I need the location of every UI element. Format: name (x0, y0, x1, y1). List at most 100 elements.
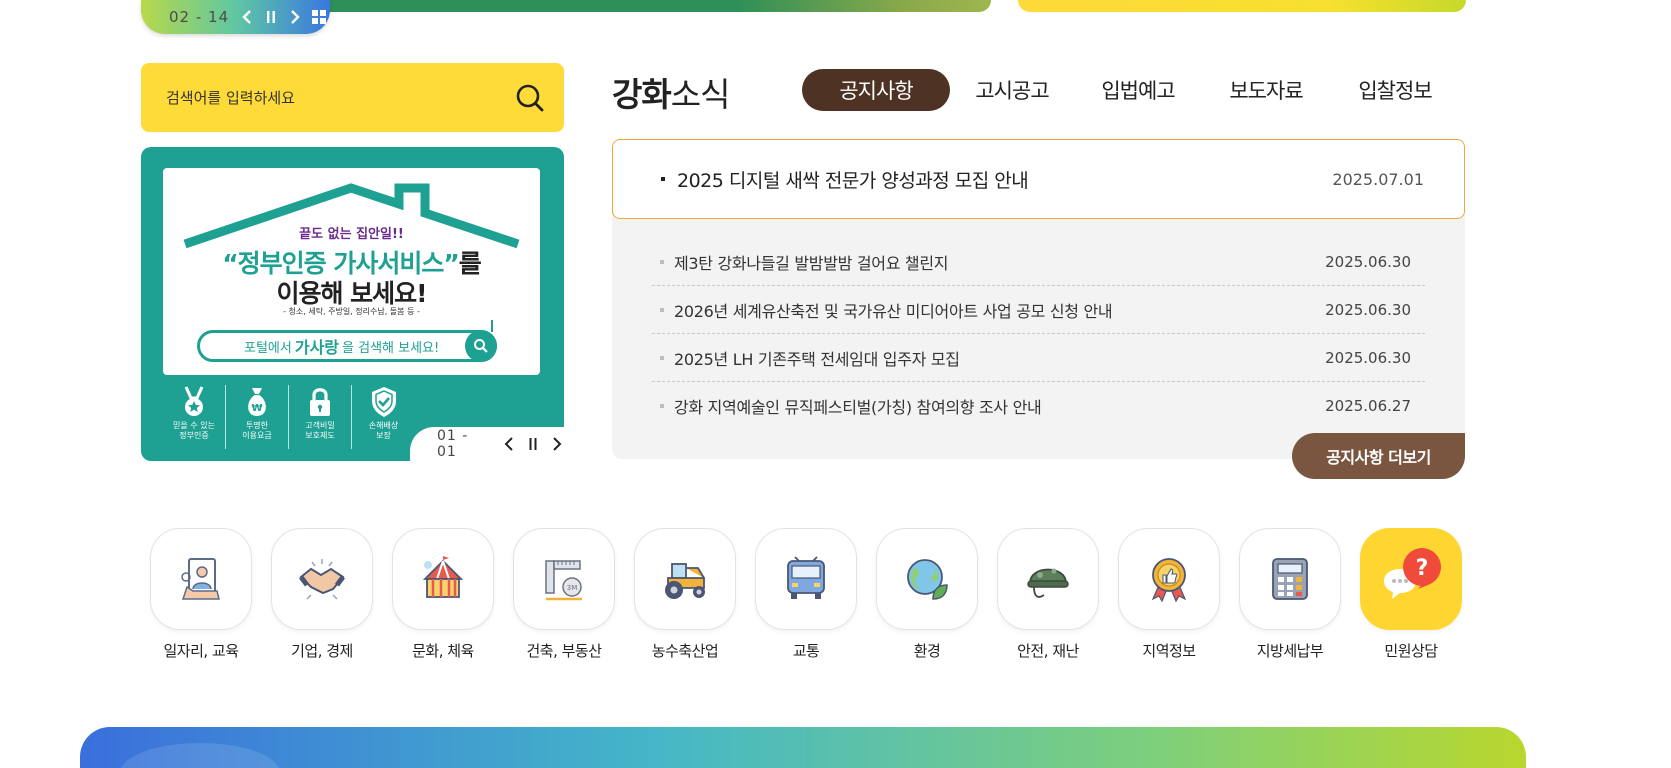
bullet (660, 404, 664, 408)
side-visual-banner (1018, 0, 1466, 12)
quick-menu-culture[interactable]: 문화, 체육 (392, 528, 494, 661)
news-item[interactable]: 2025년 LH 기존주택 전세임대 입주자 모집 2025.06.30 (652, 334, 1425, 382)
banner-next-icon[interactable] (550, 435, 564, 453)
banner-pause-icon[interactable] (526, 435, 540, 453)
featured-news-date: 2025.07.01 (1332, 169, 1424, 189)
quick-menu-tile (755, 528, 857, 630)
quick-menu-tile (876, 528, 978, 630)
handshake-icon (299, 559, 345, 600)
pause-icon[interactable] (263, 8, 279, 26)
news-item[interactable]: 강화 지역예술인 뮤직페스티벌(가칭) 참여의향 조사 안내 2025.06.2… (652, 382, 1425, 430)
medal-icon (177, 385, 211, 419)
quick-menu-civil-consult[interactable]: ? 민원상담 (1360, 528, 1462, 661)
money-bag-icon: ₩ (240, 385, 274, 419)
earth-leaf-icon (907, 559, 948, 600)
circus-tent-icon (422, 556, 464, 598)
quick-menu-label: 환경 (913, 642, 941, 660)
quick-menu-environment[interactable]: 환경 (876, 528, 978, 661)
quick-menu-tile: ? (1360, 528, 1462, 630)
banner-exclamation (491, 320, 493, 332)
quick-menu-tile (1118, 528, 1220, 630)
news-section-title: 강화소식 (612, 68, 730, 116)
news-item-title: 2026년 세계유산축전 및 국가유산 미디어아트 사업 공모 신청 안내 (674, 301, 1113, 321)
quick-menu-local-info[interactable]: 지역정보 (1118, 528, 1220, 661)
magnifier-icon (465, 330, 497, 362)
news-item[interactable]: 제3탄 강화나들길 발밤발밤 걸어요 챌린지 2025.06.30 (652, 238, 1425, 286)
feature-item: ₩ 투명한 이용요금 (226, 385, 289, 449)
banner-services: - 청소, 세탁, 주방일, 정리수납, 돌봄 등 - (283, 307, 420, 316)
quick-menu-tile (271, 528, 373, 630)
feature-label: 투명한 이용요금 (242, 421, 272, 440)
chat-question-icon: ? (1384, 548, 1441, 599)
quick-menu-label: 지역정보 (1142, 642, 1196, 660)
quick-menu-label: 일자리, 교육 (163, 642, 239, 660)
helmet-icon (1027, 568, 1069, 598)
bus-icon (787, 556, 825, 599)
bullet (661, 177, 665, 181)
quick-menu-transport[interactable]: 교통 (755, 528, 857, 661)
tab-bidding[interactable]: 입찰정보 (1330, 69, 1460, 111)
feature-label: 믿을 수 있는 정부인증 (173, 421, 215, 440)
quick-menu-tile (1239, 528, 1341, 630)
quick-menu-tile (634, 528, 736, 630)
tractor-icon (665, 563, 705, 599)
news-list: 제3탄 강화나들길 발밤발밤 걸어요 챌린지 2025.06.30 2026년 … (652, 238, 1425, 430)
bullet (660, 259, 664, 264)
quick-menu-safety[interactable]: 안전, 재난 (997, 528, 1099, 661)
search-icon[interactable] (514, 82, 546, 114)
svg-text:?: ? (1416, 556, 1429, 581)
banner-search-pill: 포털에서 가사랑 을 검색해 보세요! (197, 330, 497, 362)
news-item-date: 2025.06.30 (1325, 348, 1411, 367)
calculator-icon (1272, 558, 1308, 600)
tab-notice[interactable]: 공지사항 (802, 69, 950, 111)
pill-keyword: 가사랑 (294, 338, 340, 357)
banner-subheadline: 이용해 보세요! (276, 279, 427, 308)
news-tabs: 공지사항 고시공고 입법예고 보도자료 입찰정보 (802, 69, 1460, 111)
promo-banner[interactable]: 끝도 없는 집안일!! “정부인증 가사서비스”를 이용해 보세요! - 청소,… (141, 147, 564, 461)
news-item-title: 강화 지역예술인 뮤직페스티벌(가칭) 참여의향 조사 안내 (674, 398, 1042, 417)
news-title-bold: 강화 (612, 75, 672, 114)
quick-menu-label: 농수축산업 (651, 642, 719, 660)
quick-menu-business[interactable]: 기업, 경제 (271, 528, 373, 661)
quick-menu-label: 교통 (792, 642, 820, 660)
pill-suffix: 을 검색해 보세요! (342, 340, 440, 356)
quick-menu-agriculture[interactable]: 농수축산업 (634, 528, 736, 661)
tab-announcement[interactable]: 고시공고 (950, 69, 1074, 111)
shield-check-icon (367, 385, 401, 419)
svg-text:3M: 3M (567, 584, 578, 592)
quick-menu-label: 건축, 부동산 (526, 642, 602, 660)
news-item-date: 2025.06.30 (1325, 252, 1411, 271)
bottom-visual-band (80, 727, 1526, 768)
feature-item: 손해배상 보장 (352, 385, 415, 449)
grid-view-icon[interactable] (311, 8, 327, 26)
featured-news-title: 2025 디지털 새싹 전문가 양성과정 모집 안내 (677, 169, 1029, 192)
quick-menu-label: 기업, 경제 (291, 642, 353, 660)
news-item-date: 2025.06.27 (1325, 397, 1411, 415)
more-news-button[interactable]: 공지사항 더보기 (1292, 433, 1465, 479)
banner-features: 믿을 수 있는 정부인증 ₩ 투명한 이용요금 고객비밀 보호제도 손해배상 보… (163, 385, 415, 449)
feature-item: 고객비밀 보호제도 (289, 385, 352, 449)
pill-prefix: 포털에서 (244, 340, 292, 356)
quick-menu-label: 문화, 체육 (412, 642, 474, 660)
quick-menu-construction[interactable]: 3M 건축, 부동산 (513, 528, 615, 661)
banner-line1: 끝도 없는 집안일!! (299, 227, 404, 242)
quick-menu-local-tax[interactable]: 지방세납부 (1239, 528, 1341, 661)
search-input[interactable] (166, 88, 514, 107)
badge-thumbs-up-icon (1151, 558, 1187, 603)
banner-prev-icon[interactable] (502, 435, 516, 453)
quick-menu: 일자리, 교육 기업, 경제 문화, 체육 3M 건축, 부동산 농수축산업 교… (150, 528, 1462, 661)
next-arrow-icon[interactable] (287, 8, 303, 26)
quick-menu-jobs[interactable]: 일자리, 교육 (150, 528, 252, 661)
tab-legislation[interactable]: 입법예고 (1074, 69, 1202, 111)
news-item[interactable]: 2026년 세계유산축전 및 국가유산 미디어아트 사업 공모 신청 안내 20… (652, 286, 1425, 334)
feature-label: 고객비밀 보호제도 (305, 421, 335, 440)
quick-menu-label: 지방세납부 (1256, 642, 1324, 660)
tab-press[interactable]: 보도자료 (1202, 69, 1330, 111)
site-search (141, 63, 564, 132)
job-certificate-icon (181, 558, 220, 600)
feature-label: 손해배상 보장 (368, 421, 399, 440)
news-item-title: 2025년 LH 기존주택 전세임대 입주자 모집 (674, 349, 960, 369)
featured-news[interactable]: 2025 디지털 새싹 전문가 양성과정 모집 안내 2025.07.01 (612, 139, 1465, 219)
prev-arrow-icon[interactable] (239, 8, 255, 26)
quick-menu-label: 안전, 재난 (1017, 642, 1079, 660)
